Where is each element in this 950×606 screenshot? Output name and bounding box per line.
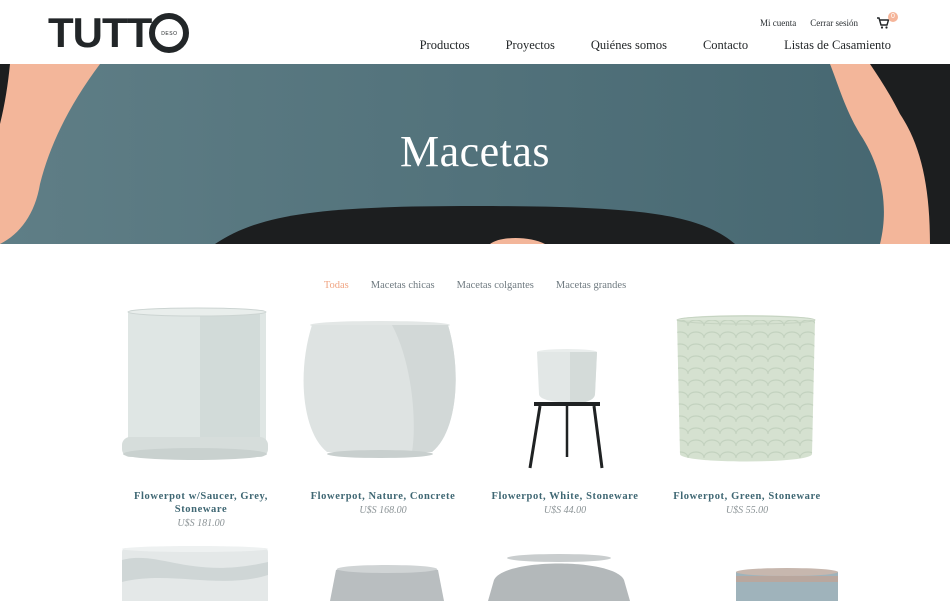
nav-productos[interactable]: Productos <box>420 38 470 53</box>
product-card[interactable]: Flowerpot, Nature, Concrete U$S 168.00 <box>292 302 474 529</box>
logo-ring: DESO <box>149 13 190 53</box>
filter-macetas-colgantes[interactable]: Macetas colgantes <box>457 280 534 291</box>
product-image <box>122 307 268 460</box>
product-card[interactable] <box>292 540 474 601</box>
product-image <box>736 568 838 601</box>
product-name[interactable]: Flowerpot, Nature, Concrete <box>292 490 474 503</box>
product-price: U$S 181.00 <box>177 518 225 529</box>
filter-macetas-chicas[interactable]: Macetas chicas <box>371 280 435 291</box>
product-card[interactable]: Flowerpot, Green, Stoneware U$S 55.00 <box>656 302 838 529</box>
page-title: Macetas <box>399 127 551 176</box>
site-header: TUTT DESO Mi cuenta Cerrar sesión 0 Prod… <box>0 0 950 64</box>
product-image <box>303 321 456 458</box>
hero-banner: Macetas <box>0 64 950 244</box>
product-card[interactable] <box>110 540 292 606</box>
nav-contacto[interactable]: Contacto <box>703 38 748 53</box>
utility-links: Mi cuenta Cerrar sesión <box>760 18 858 28</box>
product-name[interactable]: Flowerpot, White, Stoneware <box>474 490 656 503</box>
product-price: U$S 44.00 <box>543 505 587 516</box>
logout-link[interactable]: Cerrar sesión <box>810 18 858 28</box>
product-image <box>330 565 444 601</box>
filter-macetas-grandes[interactable]: Macetas grandes <box>556 280 626 291</box>
logo[interactable]: TUTT DESO <box>48 9 190 56</box>
product-name[interactable]: Flowerpot, Green, Stoneware <box>656 490 838 503</box>
category-filters: Todas Macetas chicas Macetas colgantes M… <box>0 280 950 291</box>
main-nav: Productos Proyectos Quiénes somos Contac… <box>420 38 891 53</box>
logo-sub: DESO <box>161 31 178 37</box>
product-image <box>676 315 816 462</box>
product-image <box>488 554 630 601</box>
logo-text: TUTT <box>48 9 152 56</box>
nav-quienes-somos[interactable]: Quiénes somos <box>591 38 667 53</box>
nav-listas-casamiento[interactable]: Listas de Casamiento <box>784 38 891 53</box>
product-grid-row-2 <box>110 540 840 606</box>
product-price: U$S 55.00 <box>725 505 769 516</box>
product-image <box>528 349 604 469</box>
product-card[interactable] <box>656 540 838 601</box>
product-card[interactable] <box>474 540 656 601</box>
filter-todas[interactable]: Todas <box>324 280 349 291</box>
product-card[interactable]: Flowerpot w/Saucer, Grey, Stoneware U$S … <box>110 302 292 529</box>
product-card[interactable]: Flowerpot, White, Stoneware U$S 44.00 <box>474 302 656 529</box>
my-account-link[interactable]: Mi cuenta <box>760 18 796 28</box>
product-price: U$S 168.00 <box>359 505 407 516</box>
product-name[interactable]: Flowerpot w/Saucer, Grey, Stoneware <box>110 490 292 516</box>
product-image <box>122 546 268 606</box>
product-grid: Flowerpot w/Saucer, Grey, Stoneware U$S … <box>110 302 840 529</box>
nav-proyectos[interactable]: Proyectos <box>506 38 555 53</box>
cart-count-badge: 0 <box>888 12 898 22</box>
